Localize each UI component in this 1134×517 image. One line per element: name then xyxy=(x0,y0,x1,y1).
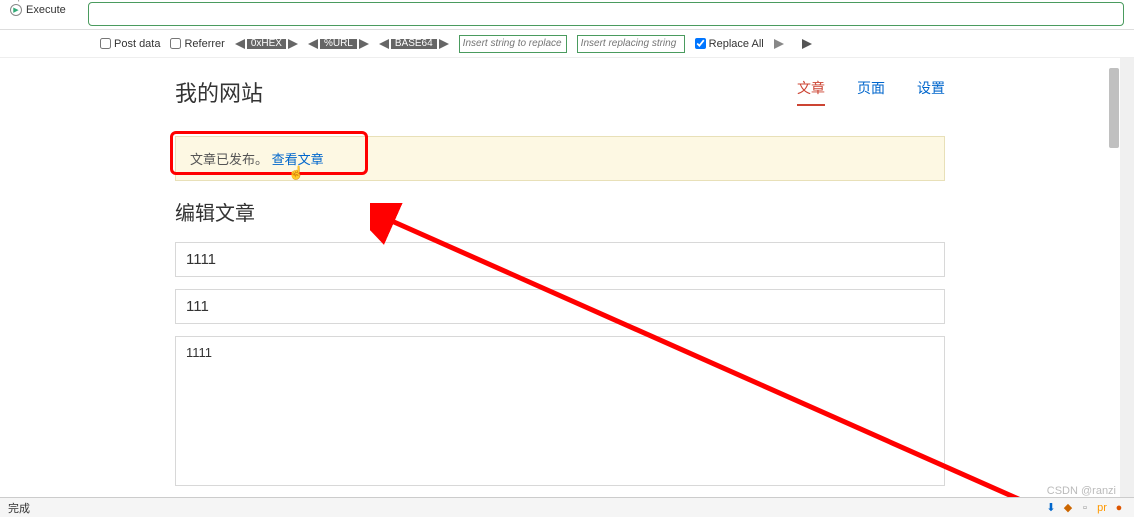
notice-text: 文章已发布。 xyxy=(190,152,268,167)
page-content: 我的网站 文章 页面 设置 文章已发布。 查看文章 ☝ 编辑文章 1111 xyxy=(165,58,955,497)
edit-article-title: 编辑文章 xyxy=(175,197,945,226)
post-data-label: Post data xyxy=(114,38,160,50)
tag-icon[interactable]: ◆ xyxy=(1061,501,1075,515)
top-toolbar: Split URL ▶ Execute xyxy=(0,0,1134,30)
url-badge[interactable]: %URL xyxy=(308,39,369,49)
nav-settings[interactable]: 设置 xyxy=(917,78,945,106)
nav-article[interactable]: 文章 xyxy=(797,78,825,106)
referrer-input[interactable] xyxy=(170,38,181,49)
replace-all-checkbox[interactable]: Replace All xyxy=(695,38,764,50)
status-icons: ⬇ ◆ ▫ pr ● xyxy=(1044,501,1126,515)
pr-icon[interactable]: pr xyxy=(1095,501,1109,515)
hex-badge[interactable]: 0xHEX xyxy=(235,39,298,49)
execute-item[interactable]: ▶ Execute xyxy=(10,4,66,16)
post-data-input[interactable] xyxy=(100,38,111,49)
top-left-menu: Split URL ▶ Execute xyxy=(10,0,66,16)
publish-notice: 文章已发布。 查看文章 ☝ xyxy=(175,136,945,181)
post-data-checkbox[interactable]: Post data xyxy=(100,38,160,50)
bug-icon[interactable]: ● xyxy=(1112,501,1126,515)
split-url-item[interactable]: Split URL xyxy=(10,0,66,2)
site-title: 我的网站 xyxy=(175,76,263,108)
chevron-right-icon xyxy=(359,39,369,49)
options-toolbar: Post data Referrer 0xHEX %URL BASE64 Rep… xyxy=(0,30,1134,58)
cursor-icon: ☝ xyxy=(288,165,304,181)
generic-icon[interactable]: ▫ xyxy=(1078,501,1092,515)
article-content-textarea[interactable]: 1111 xyxy=(175,336,945,486)
replace-all-input[interactable] xyxy=(695,38,706,49)
chevron-left-icon xyxy=(235,39,245,49)
browser-viewport: 我的网站 文章 页面 设置 文章已发布。 查看文章 ☝ 编辑文章 1111 xyxy=(0,58,1134,497)
execute-label: Execute xyxy=(26,4,66,16)
play-icon: ▶ xyxy=(10,4,22,16)
chevron-right-icon xyxy=(288,39,298,49)
replace-all-label: Replace All xyxy=(709,38,764,50)
insert-replacing-input[interactable] xyxy=(577,35,685,53)
site-header: 我的网站 文章 页面 设置 xyxy=(175,76,945,108)
download-icon[interactable]: ⬇ xyxy=(1044,501,1058,515)
chevron-right-icon xyxy=(774,39,784,49)
url-input-outline xyxy=(88,2,1124,26)
nav-page[interactable]: 页面 xyxy=(857,78,885,106)
chevron-left-icon xyxy=(308,39,318,49)
base64-label: BASE64 xyxy=(391,39,437,49)
execute-replace-arrows[interactable] xyxy=(774,39,792,49)
base64-badge[interactable]: BASE64 xyxy=(379,39,449,49)
chevron-left-icon xyxy=(379,39,389,49)
article-subtitle-input[interactable] xyxy=(175,289,945,324)
main-nav: 文章 页面 设置 xyxy=(797,78,945,106)
url-label: %URL xyxy=(320,39,357,49)
execute-replace-arrows-2[interactable] xyxy=(802,39,820,49)
hex-label: 0xHEX xyxy=(247,39,286,49)
status-bar: 完成 ⬇ ◆ ▫ pr ● xyxy=(0,497,1134,517)
insert-replace-input[interactable] xyxy=(459,35,567,53)
referrer-label: Referrer xyxy=(184,38,224,50)
watermark: CSDN @ranzi xyxy=(1047,485,1116,497)
scrollbar-thumb[interactable] xyxy=(1109,68,1119,148)
referrer-checkbox[interactable]: Referrer xyxy=(170,38,224,50)
status-text: 完成 xyxy=(8,500,30,516)
chevron-right-icon xyxy=(802,39,812,49)
article-title-input[interactable] xyxy=(175,242,945,277)
chevron-right-icon xyxy=(439,39,449,49)
